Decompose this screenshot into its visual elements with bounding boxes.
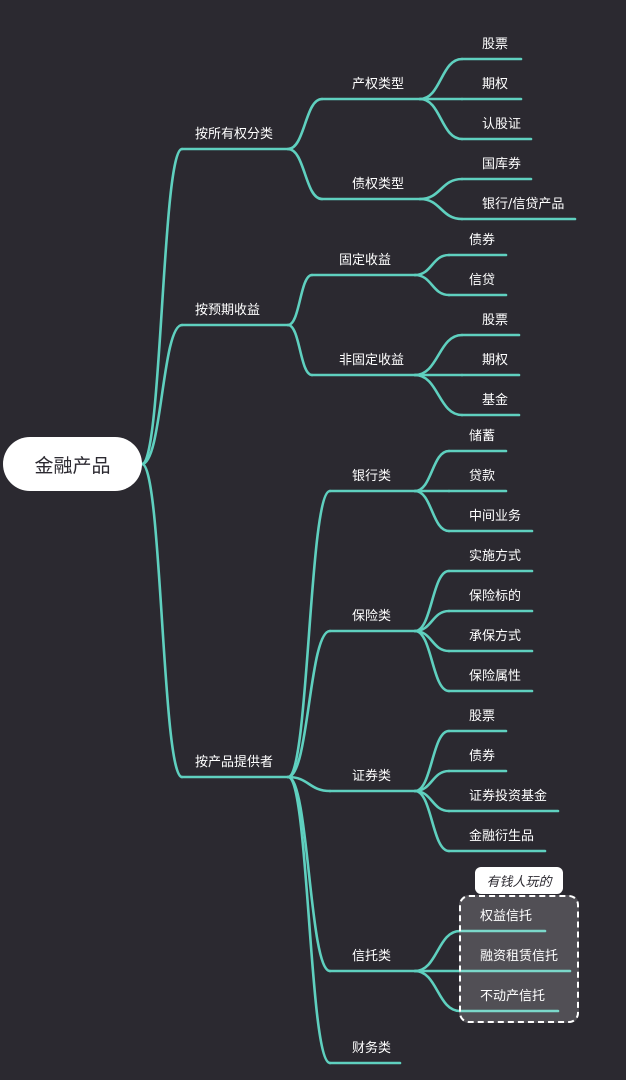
leaf-insurance-attr[interactable]: 保险属性 (469, 669, 521, 685)
callout-label: 有钱人玩的 (486, 875, 552, 890)
edge-l1-1-1 (286, 323, 314, 377)
leaf-stock-3[interactable]: 股票 (469, 709, 495, 725)
edge-root-2 (140, 462, 184, 779)
edge-l2-0-0-2 (418, 97, 464, 141)
leaf-securities-fund[interactable]: 证券投资基金 (469, 789, 547, 805)
edge-l1-2-4 (286, 775, 332, 1065)
edge-l2-1-0-1 (413, 273, 451, 297)
node-finance[interactable]: 财务类 (352, 1041, 391, 1057)
leaf-stock-2[interactable]: 股票 (482, 313, 508, 329)
edge-l2-2-3-2 (413, 969, 462, 1013)
edge-l2-2-3-0 (413, 929, 462, 973)
leaf-bank-credit-product[interactable]: 银行/信贷产品 (482, 197, 564, 213)
root-node[interactable]: 金融产品 (3, 437, 142, 491)
leaf-insured-subject[interactable]: 保险标的 (469, 589, 521, 605)
leaf-stock[interactable]: 股票 (482, 37, 508, 53)
edge-l2-2-0-2 (413, 489, 451, 533)
node-fixed-income[interactable]: 固定收益 (339, 253, 391, 269)
leaf-bond[interactable]: 债券 (469, 233, 495, 249)
leaf-savings[interactable]: 储蓄 (469, 429, 495, 445)
edge-l2-1-0-0 (413, 253, 451, 277)
edge-l1-0-1 (286, 147, 324, 201)
node-insurance[interactable]: 保险类 (352, 609, 391, 625)
node-equity-type[interactable]: 产权类型 (352, 77, 404, 93)
leaf-intermediary[interactable]: 中间业务 (469, 509, 521, 525)
node-trust[interactable]: 信托类 (352, 949, 391, 965)
node-non-fixed-income[interactable]: 非固定收益 (339, 353, 404, 369)
edge-l2-1-1-0 (413, 333, 464, 377)
edge-l2-0-1-1 (418, 197, 464, 221)
edge-l1-2-1 (286, 629, 332, 779)
leaf-derivatives[interactable]: 金融衍生品 (469, 829, 534, 845)
edge-root-1 (140, 323, 184, 466)
leaf-option[interactable]: 期权 (482, 77, 508, 93)
leaf-credit[interactable]: 信贷 (469, 273, 495, 289)
node-debt-type[interactable]: 债权类型 (352, 177, 404, 193)
edge-root-0 (140, 147, 184, 466)
leaf-fund[interactable]: 基金 (482, 393, 508, 409)
node-bank[interactable]: 银行类 (352, 469, 391, 485)
edge-l1-0-0 (286, 97, 324, 151)
edge-l2-0-1-0 (418, 177, 464, 201)
node-securities[interactable]: 证券类 (352, 769, 391, 785)
edge-l1-1-0 (286, 273, 314, 327)
edge-l1-2-3 (286, 775, 332, 973)
leaf-equity-trust[interactable]: 权益信托 (480, 909, 532, 925)
leaf-option-2[interactable]: 期权 (482, 353, 508, 369)
leaf-treasury[interactable]: 国库券 (482, 157, 521, 173)
branch-ownership[interactable]: 按所有权分类 (195, 127, 273, 143)
leaf-realestate-trust[interactable]: 不动产信托 (480, 989, 545, 1005)
callout-box: 有钱人玩的 (475, 867, 563, 894)
leaf-warrant[interactable]: 认股证 (482, 117, 521, 133)
root-label: 金融产品 (34, 454, 111, 477)
leaf-loan[interactable]: 贷款 (469, 469, 495, 485)
branch-expected-return[interactable]: 按预期收益 (195, 303, 260, 319)
leaf-implementation[interactable]: 实施方式 (469, 549, 521, 565)
leaf-leasing-trust[interactable]: 融资租赁信托 (480, 949, 558, 965)
leaf-bond-2[interactable]: 债券 (469, 749, 495, 765)
edge-l2-0-0-0 (418, 57, 464, 101)
leaf-underwriting[interactable]: 承保方式 (469, 629, 521, 645)
edge-l2-2-0-0 (413, 449, 451, 493)
branch-provider[interactable]: 按产品提供者 (195, 755, 273, 771)
edge-l2-1-1-2 (413, 373, 464, 417)
